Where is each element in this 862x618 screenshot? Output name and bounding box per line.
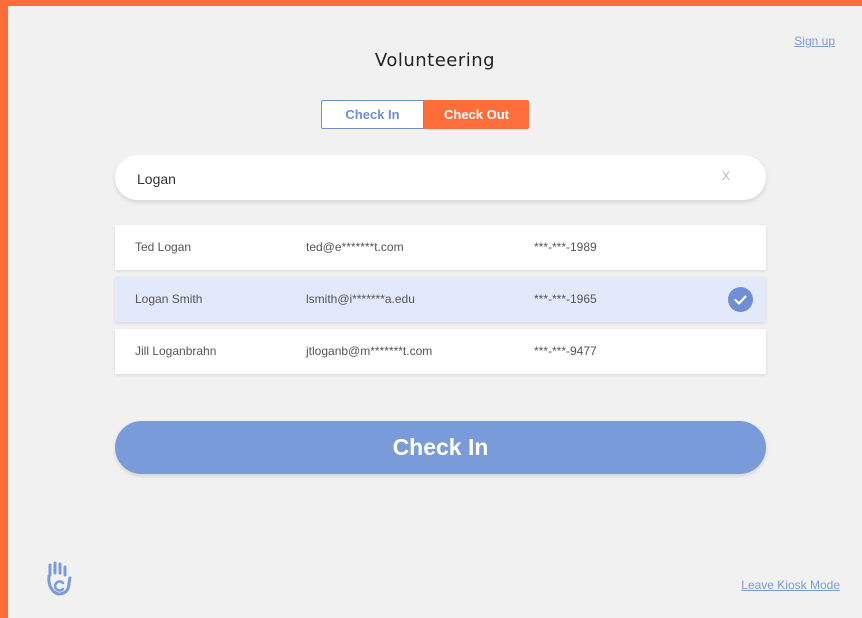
result-row-selected[interactable]: Logan Smith lsmith@i*******a.edu ***-***… <box>115 277 766 322</box>
check-in-tab[interactable]: Check In <box>321 100 424 129</box>
volunteer-email: ted@e*******t.com <box>306 240 404 254</box>
check-in-button[interactable]: Check In <box>115 421 766 474</box>
search-bar: X <box>115 155 766 202</box>
volunteer-phone: ***-***-1989 <box>534 240 597 254</box>
volunteer-phone: ***-***-1965 <box>534 292 597 306</box>
results-list: Ted Logan ted@e*******t.com ***-***-1989… <box>115 225 766 381</box>
volunteer-name: Logan Smith <box>135 292 203 306</box>
leave-kiosk-mode-link[interactable]: Leave Kiosk Mode <box>741 578 840 592</box>
search-input[interactable] <box>135 155 699 202</box>
volunteer-email: jtloganb@m*******t.com <box>306 344 433 358</box>
volunteer-email: lsmith@i*******a.edu <box>306 292 415 306</box>
mode-toggle: Check In Check Out <box>321 100 529 129</box>
checkmark-icon <box>728 287 753 312</box>
check-out-tab[interactable]: Check Out <box>424 100 529 129</box>
result-row[interactable]: Ted Logan ted@e*******t.com ***-***-1989 <box>115 225 766 270</box>
volunteer-name: Jill Loganbrahn <box>135 344 217 358</box>
main-frame: Sign up Volunteering Check In Check Out … <box>8 6 862 618</box>
volunteer-name: Ted Logan <box>135 240 192 254</box>
clear-search-icon[interactable]: X <box>722 169 730 183</box>
volunteer-phone: ***-***-9477 <box>534 344 597 358</box>
result-row[interactable]: Jill Loganbrahn jtloganb@m*******t.com *… <box>115 329 766 374</box>
sign-up-link[interactable]: Sign up <box>794 34 835 48</box>
page-title: Volunteering <box>374 50 496 71</box>
hand-c-logo-icon <box>44 561 74 597</box>
